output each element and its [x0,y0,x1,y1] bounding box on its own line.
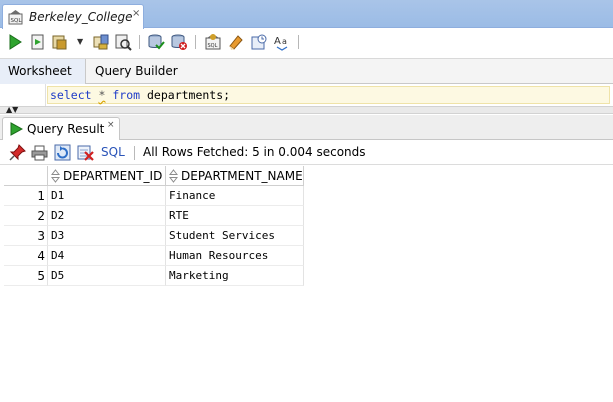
svg-text:a: a [282,37,287,46]
fetch-status: All Rows Fetched: 5 in 0.004 seconds [143,145,366,159]
sql-file-icon: SQL [8,10,23,25]
cell-department-name[interactable]: Marketing [166,266,304,286]
cell-department-id[interactable]: D2 [48,206,166,226]
cell-department-id[interactable]: D3 [48,226,166,246]
document-tab-title: Berkeley_College [29,10,133,24]
sql-star: * [98,88,106,102]
svg-text:SQL: SQL [208,43,218,49]
sql-history-icon[interactable]: SQL [204,33,222,51]
close-icon[interactable]: × [132,8,140,19]
table-row[interactable]: 3 D3 Student Services [4,226,304,246]
cell-department-id[interactable]: D1 [48,186,166,206]
sql-table-name: departments; [147,88,231,102]
result-tab-bar: Query Result × [0,115,613,140]
table-row[interactable]: 4 D4 Human Resources [4,246,304,266]
pane-splitter[interactable]: ▲▼ [0,106,613,114]
cell-department-id[interactable]: D4 [48,246,166,266]
sql-keyword-select: select [50,88,92,102]
delete-icon[interactable] [77,144,94,161]
splitter-arrows-icon[interactable]: ▲▼ [6,106,18,114]
cell-department-name[interactable]: Finance [166,186,304,206]
cell-department-id[interactable]: D5 [48,266,166,286]
commit-icon[interactable] [147,33,165,51]
run-statement-icon[interactable] [6,33,24,51]
row-number: 4 [4,246,48,266]
pin-icon[interactable] [9,144,26,161]
rollback-icon[interactable] [170,33,188,51]
tab-query-result[interactable]: Query Result × [2,117,120,140]
run-script-icon[interactable] [29,33,47,51]
chevron-down-icon[interactable]: ▼ [77,37,83,46]
clear-icon[interactable] [227,33,245,51]
document-tab-bar: SQL Berkeley_College × [0,0,613,29]
refresh-icon[interactable] [54,144,71,161]
row-number: 1 [4,186,48,206]
toolbar-divider [134,146,135,160]
cell-department-name[interactable]: Human Resources [166,246,304,266]
column-header-label: DEPARTMENT_ID [63,169,163,183]
editor-subtabs: Worksheet Query Builder [0,58,613,84]
column-header-department-name[interactable]: DEPARTMENT_NAME [166,166,304,186]
sort-icon[interactable] [169,169,178,183]
document-tab[interactable]: SQL Berkeley_College × [2,4,144,29]
result-toolbar: SQL All Rows Fetched: 5 in 0.004 seconds [0,141,613,165]
table-row[interactable]: 5 D5 Marketing [4,266,304,286]
table-row[interactable]: 2 D2 RTE [4,206,304,226]
tab-worksheet[interactable]: Worksheet [0,59,86,84]
column-header-department-id[interactable]: DEPARTMENT_ID [48,166,166,186]
case-icon[interactable]: A a [273,33,291,51]
sql-keyword-from: from [112,88,141,102]
editor-gutter [0,84,46,106]
row-number: 3 [4,226,48,246]
sql-tuning-icon[interactable] [114,33,132,51]
autotrace-icon[interactable] [51,33,69,51]
row-number-header [4,166,48,186]
print-icon[interactable] [31,144,48,161]
sql-link[interactable]: SQL [101,145,125,159]
run-icon [10,122,23,136]
tab-query-builder[interactable]: Query Builder [87,59,186,84]
svg-text:SQL: SQL [11,18,23,24]
row-number: 5 [4,266,48,286]
column-header-label: DEPARTMENT_NAME [181,169,303,183]
cell-department-name[interactable]: RTE [166,206,304,226]
explain-plan-icon[interactable] [92,33,110,51]
query-result-label: Query Result [27,122,105,136]
cell-department-name[interactable]: Student Services [166,226,304,246]
main-toolbar: ▼ SQL A a [0,29,613,55]
sort-icon[interactable] [51,169,60,183]
close-icon[interactable]: × [107,120,115,130]
format-icon[interactable] [250,33,268,51]
current-line[interactable]: select * from departments; [47,86,610,104]
sql-editor[interactable]: select * from departments; [0,84,613,106]
row-number: 2 [4,206,48,226]
table-row[interactable]: 1 D1 Finance [4,186,304,206]
sql-statement[interactable]: select * from departments; [50,88,230,102]
svg-text:A: A [274,36,281,47]
